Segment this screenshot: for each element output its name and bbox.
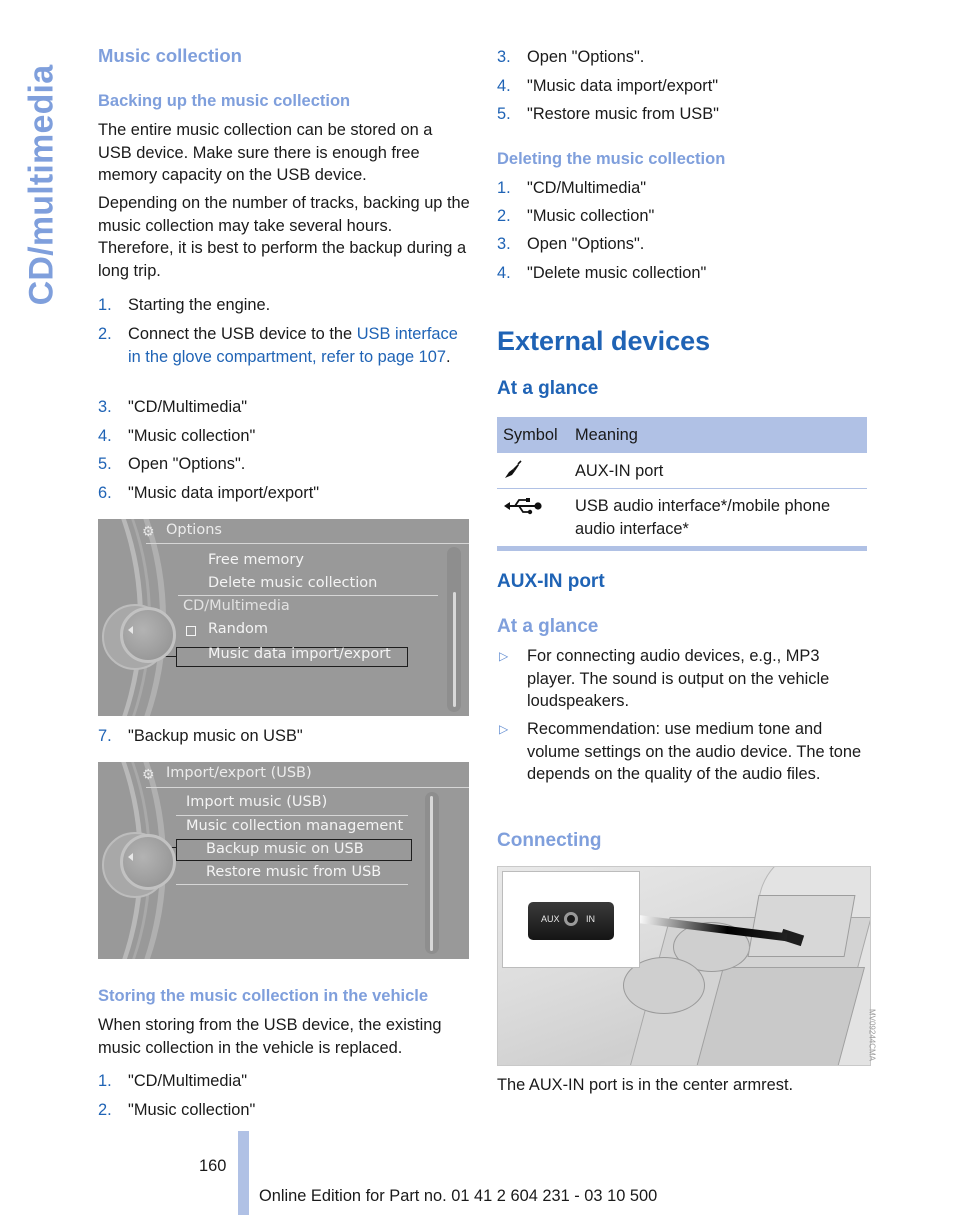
aux-in-location-illustration: AUX IN bbox=[497, 866, 871, 1066]
page-number: 160 bbox=[199, 1157, 227, 1175]
back-arrow-icon bbox=[128, 626, 133, 634]
menu-item-music-data-import-export[interactable]: Music data import/export bbox=[208, 646, 391, 662]
step-text: "Music collection" bbox=[128, 1101, 256, 1119]
step-text-before: Connect the USB device to the bbox=[128, 325, 357, 343]
step-number: 1. bbox=[98, 296, 112, 314]
heading-aux-at-a-glance: At a glance bbox=[497, 616, 599, 637]
step-text: Connect the USB device to the USB interf… bbox=[128, 323, 470, 368]
music-settings-icon: ⚙ bbox=[142, 766, 155, 782]
menu-item-backup-music-on-usb[interactable]: Backup music on USB bbox=[206, 841, 364, 857]
step-number: 3. bbox=[497, 48, 511, 66]
step-number: 2. bbox=[497, 207, 511, 225]
bullet-triangle-icon: ▷ bbox=[499, 722, 509, 736]
step-text: "Delete music collection" bbox=[527, 264, 707, 282]
step-number: 4. bbox=[497, 264, 511, 282]
aux-label: AUX bbox=[541, 914, 560, 924]
menu-section-cd-multimedia: CD/Multimedia bbox=[183, 598, 290, 614]
step-number: 2. bbox=[98, 1101, 112, 1119]
heading-at-a-glance: At a glance bbox=[497, 378, 599, 399]
step-text: "CD/Multimedia" bbox=[128, 1072, 248, 1090]
edition-note: Online Edition for Part no. 01 41 2 604 … bbox=[259, 1187, 658, 1205]
step-number: 3. bbox=[497, 235, 511, 253]
random-checkbox[interactable] bbox=[186, 626, 196, 636]
heading-deleting: Deleting the music collection bbox=[497, 150, 726, 168]
idrive-screen-import-export: ⚙ Import/export (USB) Import music (USB)… bbox=[98, 762, 469, 959]
bullet-text: Recommendation: use medium tone and volu… bbox=[527, 720, 862, 784]
menu-item-music-collection-management[interactable]: Music collection management bbox=[186, 818, 403, 834]
image-caption: The AUX-IN port is in the center armrest… bbox=[497, 1076, 794, 1094]
divider bbox=[178, 595, 438, 596]
in-label: IN bbox=[586, 914, 595, 924]
menu-item-random[interactable]: Random bbox=[208, 621, 268, 637]
step-number: 5. bbox=[98, 455, 112, 473]
step-text: "Restore music from USB" bbox=[527, 105, 719, 123]
step-number: 6. bbox=[98, 484, 112, 502]
step-text-after: . bbox=[446, 347, 451, 366]
menu-item-restore-music-from-usb[interactable]: Restore music from USB bbox=[206, 864, 381, 880]
paragraph-backup-intro: The entire music collection can be store… bbox=[98, 121, 433, 185]
table-cell-meaning: AUX-IN port bbox=[575, 462, 664, 480]
chapter-tab: CD/multimedia bbox=[22, 45, 62, 325]
idrive-screen-options: ⚙ Options Free memory Delete music colle… bbox=[98, 519, 469, 716]
divider bbox=[146, 543, 469, 544]
audio-jack-icon bbox=[564, 912, 578, 926]
step-text: "Music data import/export" bbox=[527, 77, 719, 95]
paragraph-backup-duration: Depending on the number of tracks, backi… bbox=[98, 194, 470, 281]
scrollbar-thumb[interactable] bbox=[430, 796, 433, 951]
table-bottom-rule bbox=[497, 546, 867, 551]
divider bbox=[176, 884, 408, 885]
step-text: Open "Options". bbox=[527, 48, 645, 66]
aux-in-panel: AUX IN bbox=[528, 902, 614, 940]
bullet-text: For connecting audio devices, e.g., MP3 … bbox=[527, 647, 830, 711]
step-text: "CD/Multimedia" bbox=[128, 398, 248, 416]
aux-plug-icon bbox=[503, 460, 523, 487]
step-number: 3. bbox=[98, 398, 112, 416]
step-number: 4. bbox=[98, 427, 112, 445]
step-number: 7. bbox=[98, 727, 112, 745]
music-settings-icon: ⚙ bbox=[142, 523, 155, 539]
step-number: 2. bbox=[98, 325, 112, 343]
controller-knob[interactable] bbox=[120, 607, 176, 663]
step-text: "CD/Multimedia" bbox=[527, 179, 647, 197]
back-arrow-icon bbox=[128, 853, 133, 861]
paragraph-storing: When storing from the USB device, the ex… bbox=[98, 1016, 442, 1057]
table-cell-meaning: USB audio interface*/mobile phone audio … bbox=[575, 497, 831, 538]
step-number: 5. bbox=[497, 105, 511, 123]
controller-knob[interactable] bbox=[120, 834, 176, 890]
heading-connecting: Connecting bbox=[497, 830, 602, 851]
footer-bar bbox=[238, 1131, 249, 1215]
step-text: "Music collection" bbox=[128, 427, 256, 445]
column-header-symbol: Symbol bbox=[503, 426, 558, 444]
screen-title: Import/export (USB) bbox=[166, 765, 312, 781]
step-number: 1. bbox=[98, 1072, 112, 1090]
step-number: 1. bbox=[497, 179, 511, 197]
menu-item-free-memory[interactable]: Free memory bbox=[208, 552, 304, 568]
callout-inset: AUX IN bbox=[502, 871, 640, 968]
menu-item-import-music[interactable]: Import music (USB) bbox=[186, 794, 327, 810]
heading-storing: Storing the music collection in the vehi… bbox=[98, 987, 429, 1005]
usb-icon bbox=[503, 497, 543, 522]
step-text: Starting the engine. bbox=[128, 296, 271, 314]
heading-external-devices: External devices bbox=[497, 326, 711, 356]
divider bbox=[146, 787, 469, 788]
step-text: "Backup music on USB" bbox=[128, 727, 303, 745]
column-header-meaning: Meaning bbox=[575, 426, 638, 444]
scrollbar-thumb[interactable] bbox=[453, 592, 456, 707]
section-title-music-collection: Music collection bbox=[98, 45, 242, 66]
image-code: MV09244CMA bbox=[867, 1008, 877, 1062]
chapter-title: CD/multimedia bbox=[22, 64, 61, 306]
step-number: 4. bbox=[497, 77, 511, 95]
divider bbox=[176, 815, 408, 816]
heading-aux-in-port: AUX-IN port bbox=[497, 571, 605, 592]
step-text: "Music collection" bbox=[527, 207, 655, 225]
step-text: "Music data import/export" bbox=[128, 484, 320, 502]
step-text: Open "Options". bbox=[527, 235, 645, 253]
menu-item-delete-music-collection[interactable]: Delete music collection bbox=[208, 575, 377, 591]
step-text: Open "Options". bbox=[128, 455, 246, 473]
row-divider bbox=[497, 488, 867, 489]
screen-title: Options bbox=[166, 522, 222, 538]
heading-backing-up: Backing up the music collection bbox=[98, 92, 351, 110]
bullet-triangle-icon: ▷ bbox=[499, 649, 509, 663]
